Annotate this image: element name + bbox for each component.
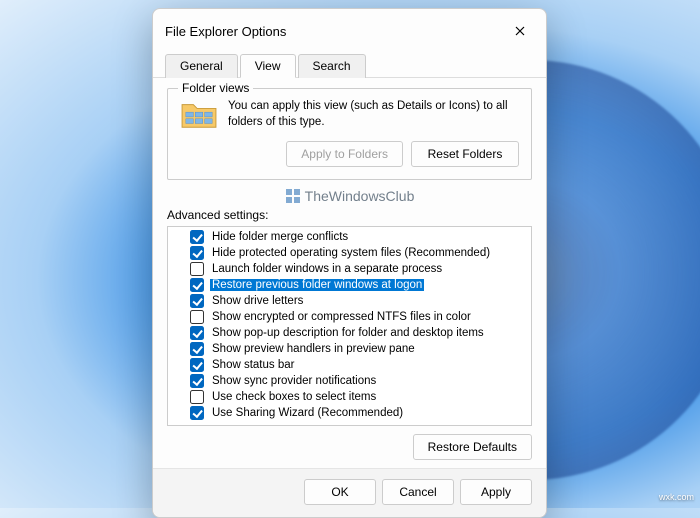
checkbox[interactable]: [190, 246, 204, 260]
advanced-settings-label: Advanced settings:: [167, 208, 532, 222]
tab-content: Folder views You can apply this view (su…: [153, 78, 546, 468]
list-item-label: Launch folder windows in a separate proc…: [210, 263, 444, 275]
list-item-label: Show status bar: [210, 359, 296, 371]
dialog-title: File Explorer Options: [165, 24, 506, 39]
list-item[interactable]: Show drive letters: [168, 293, 531, 309]
file-explorer-options-dialog: File Explorer Options General View Searc…: [152, 8, 547, 518]
checkbox[interactable]: [190, 342, 204, 356]
list-item[interactable]: Show sync provider notifications: [168, 373, 531, 389]
close-button[interactable]: [506, 19, 534, 43]
cancel-button[interactable]: Cancel: [382, 479, 454, 505]
apply-to-folders-button[interactable]: Apply to Folders: [286, 141, 403, 167]
list-item[interactable]: Show encrypted or compressed NTFS files …: [168, 309, 531, 325]
list-item-label: Hide protected operating system files (R…: [210, 247, 492, 259]
corner-watermark: wxk.com: [659, 492, 694, 502]
windows-logo-icon: [285, 188, 301, 204]
folder-views-group: Folder views You can apply this view (su…: [167, 88, 532, 180]
checkbox[interactable]: [190, 230, 204, 244]
folder-icon: [180, 99, 218, 131]
checkbox[interactable]: [190, 358, 204, 372]
apply-button[interactable]: Apply: [460, 479, 532, 505]
titlebar: File Explorer Options: [153, 9, 546, 49]
ok-button[interactable]: OK: [304, 479, 376, 505]
list-item-label: Show sync provider notifications: [210, 375, 378, 387]
checkbox[interactable]: [190, 390, 204, 404]
dialog-button-bar: OK Cancel Apply: [153, 468, 546, 517]
tab-view[interactable]: View: [240, 54, 296, 78]
reset-folders-button[interactable]: Reset Folders: [411, 141, 519, 167]
folder-views-description: You can apply this view (such as Details…: [228, 99, 519, 130]
tab-search[interactable]: Search: [298, 54, 366, 78]
list-item-label: Show drive letters: [210, 295, 305, 307]
list-item[interactable]: Use check boxes to select items: [168, 389, 531, 405]
group-title: Folder views: [178, 81, 253, 95]
checkbox[interactable]: [190, 278, 204, 292]
close-icon: [515, 26, 525, 36]
list-item[interactable]: Launch folder windows in a separate proc…: [168, 261, 531, 277]
restore-defaults-button[interactable]: Restore Defaults: [413, 434, 532, 460]
list-item[interactable]: Show preview handlers in preview pane: [168, 341, 531, 357]
list-item-label: Restore previous folder windows at logon: [210, 279, 424, 291]
list-item-label: Use Sharing Wizard (Recommended): [210, 407, 405, 419]
checkbox[interactable]: [190, 326, 204, 340]
tab-strip: General View Search: [153, 53, 546, 78]
checkbox[interactable]: [190, 310, 204, 324]
checkbox[interactable]: [190, 406, 204, 420]
watermark: TheWindowsClub: [167, 188, 532, 204]
tab-general[interactable]: General: [165, 54, 238, 78]
list-item-label: Use check boxes to select items: [210, 391, 378, 403]
list-item[interactable]: Hide protected operating system files (R…: [168, 245, 531, 261]
advanced-settings-list[interactable]: Hide folder merge conflicts Hide protecte…: [167, 226, 532, 426]
list-item-label: Show pop-up description for folder and d…: [210, 327, 486, 339]
list-item-label: Show preview handlers in preview pane: [210, 343, 417, 355]
checkbox[interactable]: [190, 262, 204, 276]
list-item[interactable]: Hide folder merge conflicts: [168, 229, 531, 245]
list-item[interactable]: Show status bar: [168, 357, 531, 373]
list-item-label: Show encrypted or compressed NTFS files …: [210, 311, 473, 323]
list-item-label: Hide folder merge conflicts: [210, 231, 350, 243]
checkbox[interactable]: [190, 374, 204, 388]
list-item[interactable]: Use Sharing Wizard (Recommended): [168, 405, 531, 421]
checkbox[interactable]: [190, 294, 204, 308]
list-item[interactable]: Restore previous folder windows at logon: [168, 277, 531, 293]
list-item[interactable]: Show pop-up description for folder and d…: [168, 325, 531, 341]
